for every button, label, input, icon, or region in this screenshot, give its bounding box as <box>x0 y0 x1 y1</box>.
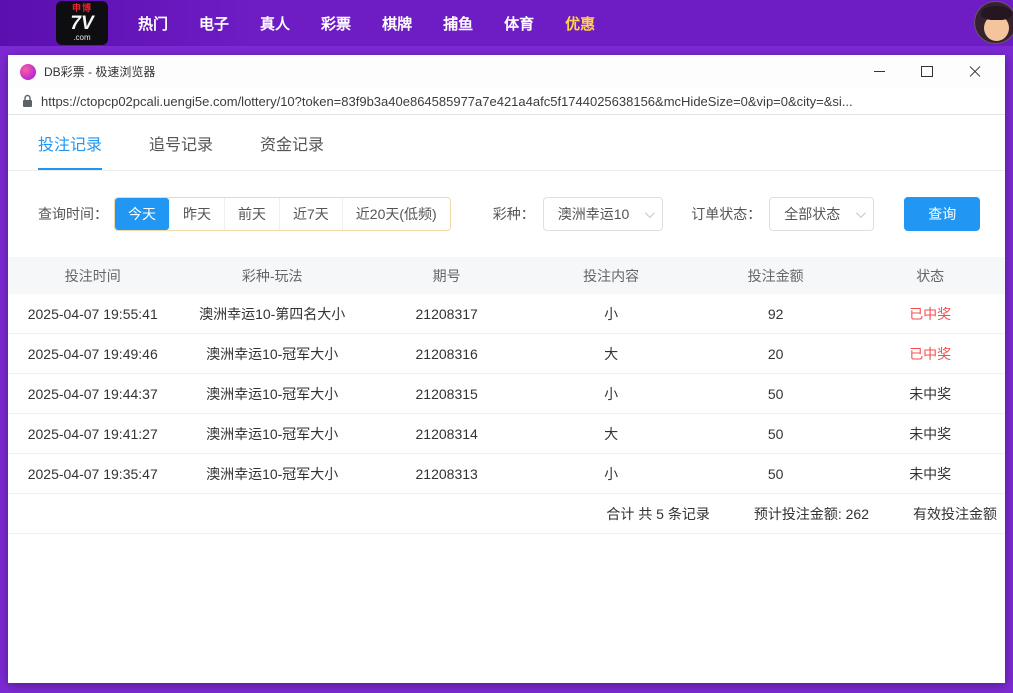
status-badge: 未中奖 <box>855 424 1005 444</box>
nav-item-hot[interactable]: 热门 <box>138 13 168 34</box>
user-avatar[interactable] <box>974 1 1013 44</box>
header-bet-time: 投注时间 <box>8 266 177 286</box>
game-play: 澳洲幸运10-第四名大小 <box>177 304 366 324</box>
game-play: 澳洲幸运10-冠军大小 <box>177 464 366 484</box>
search-button[interactable]: 查询 <box>904 197 980 231</box>
lottery-select-value: 澳洲幸运10 <box>558 204 630 224</box>
chevron-down-icon <box>856 208 866 218</box>
order-status-label: 订单状态： <box>691 204 761 224</box>
issue: 21208313 <box>367 466 527 482</box>
site-logo[interactable]: 申博 7V .com <box>56 1 108 45</box>
record-tabs: 投注记录 追号记录 资金记录 <box>8 115 1005 171</box>
bet-time: 2025-04-07 19:35:47 <box>8 466 177 482</box>
time-option-today[interactable]: 今天 <box>115 198 169 230</box>
summary-total-count: 合计 共 5 条记录 <box>606 504 709 524</box>
summary-expected-amount: 预计投注金额: 262 <box>754 504 869 524</box>
browser-window: DB彩票 - 极速浏览器 https://ctopcp02pcali.uengi… <box>8 55 1005 683</box>
table-header-row: 投注时间 彩种-玩法 期号 投注内容 投注金额 状态 <box>8 257 1005 294</box>
bet-amount: 92 <box>696 306 856 322</box>
bet-amount: 50 <box>696 386 856 402</box>
table-row: 2025-04-07 19:41:27 澳洲幸运10-冠军大小 21208314… <box>8 414 1005 454</box>
issue: 21208315 <box>367 386 527 402</box>
bet-time: 2025-04-07 19:44:37 <box>8 386 177 402</box>
tab-chase-records[interactable]: 追号记录 <box>149 131 213 170</box>
tab-bet-records[interactable]: 投注记录 <box>38 131 102 170</box>
bet-time: 2025-04-07 19:49:46 <box>8 346 177 362</box>
game-play: 澳洲幸运10-冠军大小 <box>177 344 366 364</box>
lottery-select[interactable]: 澳洲幸运10 <box>543 197 664 231</box>
status-badge: 已中奖 <box>855 304 1005 324</box>
bet-records-table: 投注时间 彩种-玩法 期号 投注内容 投注金额 状态 2025-04-07 19… <box>8 257 1005 534</box>
bet-amount: 50 <box>696 466 856 482</box>
table-row: 2025-04-07 19:35:47 澳洲幸运10-冠军大小 21208313… <box>8 454 1005 494</box>
summary-valid-amount: 有效投注金额 <box>913 504 997 524</box>
logo-text-cn: 申博 <box>72 4 92 13</box>
bet-time: 2025-04-07 19:41:27 <box>8 426 177 442</box>
window-title: DB彩票 - 极速浏览器 <box>44 63 867 80</box>
bet-amount: 20 <box>696 346 856 362</box>
nav-item-slots[interactable]: 电子 <box>199 13 229 34</box>
issue: 21208314 <box>367 426 527 442</box>
bet-content: 小 <box>526 304 695 324</box>
status-badge: 未中奖 <box>855 384 1005 404</box>
game-play: 澳洲幸运10-冠军大小 <box>177 384 366 404</box>
issue: 21208316 <box>367 346 527 362</box>
status-badge: 已中奖 <box>855 344 1005 364</box>
time-option-day-before[interactable]: 前天 <box>224 198 279 230</box>
table-row: 2025-04-07 19:49:46 澳洲幸运10-冠军大小 21208316… <box>8 334 1005 374</box>
nav-item-promo[interactable]: 优惠 <box>565 13 595 34</box>
top-nav-bar: 申博 7V .com 热门 电子 真人 彩票 棋牌 捕鱼 体育 优惠 <box>0 0 1013 46</box>
bet-content: 大 <box>526 424 695 444</box>
nav-item-sports[interactable]: 体育 <box>504 13 534 34</box>
minimize-button[interactable] <box>867 62 891 82</box>
status-badge: 未中奖 <box>855 464 1005 484</box>
header-bet-amount: 投注金额 <box>696 266 856 286</box>
bet-amount: 50 <box>696 426 856 442</box>
header-status: 状态 <box>855 266 1005 286</box>
tab-fund-records[interactable]: 资金记录 <box>260 131 324 170</box>
nav-item-fishing[interactable]: 捕鱼 <box>443 13 473 34</box>
main-nav: 热门 电子 真人 彩票 棋牌 捕鱼 体育 优惠 <box>138 13 595 34</box>
time-filter-label: 查询时间： <box>38 204 108 224</box>
lock-icon <box>22 94 33 108</box>
db-lottery-app-icon <box>20 64 36 80</box>
page-content: 投注记录 追号记录 资金记录 查询时间： 今天 昨天 前天 近7天 近20天(低… <box>8 115 1005 683</box>
close-button[interactable] <box>963 62 987 82</box>
order-status-select[interactable]: 全部状态 <box>769 197 874 231</box>
bet-content: 小 <box>526 384 695 404</box>
game-play: 澳洲幸运10-冠军大小 <box>177 424 366 444</box>
order-status-value: 全部状态 <box>784 204 840 224</box>
issue: 21208317 <box>367 306 527 322</box>
time-option-7days[interactable]: 近7天 <box>279 198 342 230</box>
filter-bar: 查询时间： 今天 昨天 前天 近7天 近20天(低频) 彩种： 澳洲幸运10 订… <box>38 197 1005 231</box>
address-bar[interactable]: https://ctopcp02pcali.uengi5e.com/lotter… <box>8 88 1005 115</box>
nav-item-lottery[interactable]: 彩票 <box>321 13 351 34</box>
nav-item-cards[interactable]: 棋牌 <box>382 13 412 34</box>
url-text: https://ctopcp02pcali.uengi5e.com/lotter… <box>41 94 853 109</box>
header-game-play: 彩种-玩法 <box>177 266 366 286</box>
bet-time: 2025-04-07 19:55:41 <box>8 306 177 322</box>
nav-item-live[interactable]: 真人 <box>260 13 290 34</box>
lottery-filter-label: 彩种： <box>493 204 535 224</box>
time-filter-group: 今天 昨天 前天 近7天 近20天(低频) <box>114 197 451 231</box>
logo-text-com: .com <box>73 34 90 42</box>
header-issue: 期号 <box>367 266 527 286</box>
header-bet-content: 投注内容 <box>526 266 695 286</box>
table-summary: 合计 共 5 条记录 预计投注金额: 262 有效投注金额 <box>8 494 1005 534</box>
window-controls <box>867 62 993 82</box>
time-option-20days-lowfreq[interactable]: 近20天(低频) <box>342 198 450 230</box>
bet-content: 大 <box>526 344 695 364</box>
bet-content: 小 <box>526 464 695 484</box>
window-titlebar: DB彩票 - 极速浏览器 <box>8 55 1005 88</box>
logo-text-7v: 7V <box>70 14 93 33</box>
chevron-down-icon <box>645 208 655 218</box>
table-row: 2025-04-07 19:44:37 澳洲幸运10-冠军大小 21208315… <box>8 374 1005 414</box>
time-option-yesterday[interactable]: 昨天 <box>169 198 224 230</box>
maximize-button[interactable] <box>915 62 939 82</box>
table-row: 2025-04-07 19:55:41 澳洲幸运10-第四名大小 2120831… <box>8 294 1005 334</box>
